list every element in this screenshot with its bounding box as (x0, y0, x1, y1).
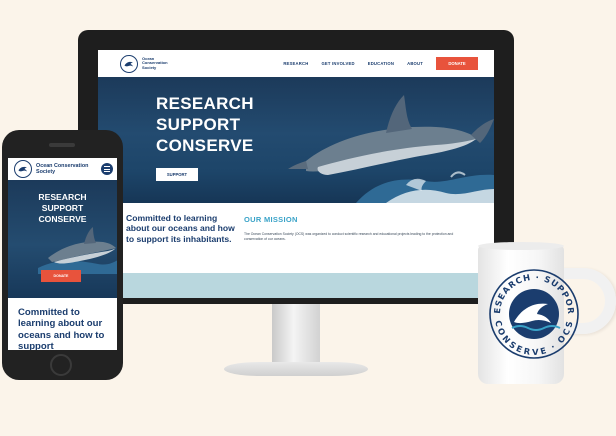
desktop-screen: Ocean Conservation Society RESEARCH GET … (98, 50, 494, 298)
mission-heading: OUR MISSION (244, 215, 298, 224)
mobile-screen: Ocean Conservation Society RESEARCH SUPP… (8, 158, 117, 350)
ocs-circular-logo-icon: RESEARCH · SUPPORT CONSERVE · OCS (488, 268, 579, 359)
mission-body: The Ocean Conservation Society (OCS) was… (244, 232, 454, 241)
dolphin-logo-icon (120, 54, 138, 73)
mobile-hero-line-2: SUPPORT (41, 203, 84, 213)
donate-button[interactable]: DONATE (436, 57, 478, 70)
hero-title-line-2: SUPPORT (156, 115, 241, 134)
desktop-logo[interactable]: Ocean Conservation Society (120, 54, 176, 73)
support-button[interactable]: SUPPORT (156, 168, 198, 181)
dolphin-hero-image (288, 95, 494, 203)
desktop-monitor: Ocean Conservation Society RESEARCH GET … (78, 30, 514, 304)
desktop-logo-text: Ocean Conservation Society (142, 56, 176, 71)
phone-home-button[interactable] (50, 354, 72, 376)
mobile-phone: Ocean Conservation Society RESEARCH SUPP… (2, 130, 123, 380)
monitor-stand-base (224, 362, 368, 376)
mobile-donate-button[interactable]: DONATE (41, 270, 81, 282)
phone-speaker (49, 143, 75, 147)
desktop-tagline: Committed to learning about our oceans a… (126, 213, 235, 244)
desktop-hero-title: RESEARCH SUPPORT CONSERVE (156, 93, 254, 156)
mission-section: OUR MISSION The Ocean Conservation Socie… (244, 213, 468, 273)
mug-rim (478, 242, 564, 250)
mobile-tagline: Committed to learning about our oceans a… (18, 307, 105, 350)
dolphin-logo-icon[interactable] (14, 160, 32, 178)
hamburger-menu-icon[interactable] (101, 163, 113, 175)
mobile-logo-text: Ocean Conservation Society (36, 163, 89, 175)
monitor-stand-neck (272, 304, 320, 364)
dolphin-hero-image (38, 227, 117, 274)
mobile-hero: RESEARCH SUPPORT CONSERVE DONATE (8, 180, 117, 298)
desktop-footer-band (98, 273, 494, 298)
hero-title-line-3: CONSERVE (156, 136, 254, 155)
nav-link-research[interactable]: RESEARCH (283, 61, 308, 66)
desktop-navbar: Ocean Conservation Society RESEARCH GET … (98, 50, 494, 77)
mobile-hero-line-1: RESEARCH (38, 192, 87, 202)
mobile-hero-title: RESEARCH SUPPORT CONSERVE (8, 192, 117, 225)
desktop-nav-links: RESEARCH GET INVOLVED EDUCATION ABOUT DO… (270, 57, 478, 70)
nav-link-about[interactable]: ABOUT (407, 61, 423, 66)
nav-link-get-involved[interactable]: GET INVOLVED (321, 61, 354, 66)
mobile-hero-line-3: CONSERVE (38, 214, 87, 224)
nav-link-education[interactable]: EDUCATION (368, 61, 394, 66)
hero-title-line-1: RESEARCH (156, 94, 254, 113)
desktop-hero: RESEARCH SUPPORT CONSERVE SUPPORT (98, 77, 494, 203)
desktop-content: Committed to learning about our oceans a… (98, 203, 494, 273)
mobile-navbar: Ocean Conservation Society (8, 158, 117, 180)
logo-line-3: Society (142, 64, 157, 70)
